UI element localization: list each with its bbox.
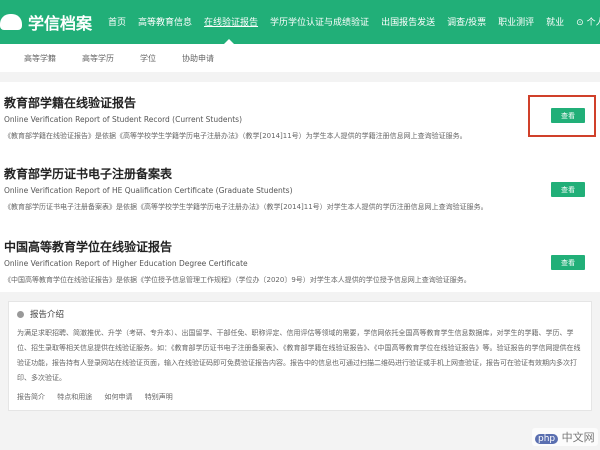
report-intro-box: 报告介绍 为满足求职招聘、简澈推优、升学（考研、专升本）、出国留学、干部任免、职… bbox=[8, 301, 592, 411]
link-how-to-apply[interactable]: 如何申请 bbox=[104, 393, 132, 401]
link-report-intro[interactable]: 报告简介 bbox=[17, 393, 45, 401]
top-header: 学信档案 首页 高等教育信息 在线验证报告 学历学位认证与成绩验证 出国报告发送… bbox=[0, 0, 600, 44]
subnav-degree[interactable]: 学位 bbox=[140, 53, 156, 64]
logo[interactable]: 学信档案 bbox=[0, 10, 92, 34]
watermark: php 中文网 bbox=[532, 428, 598, 446]
report-title: 教育部学籍在线验证报告 bbox=[4, 96, 137, 110]
php-logo-icon: php bbox=[535, 434, 559, 444]
intro-title: 报告介绍 bbox=[30, 310, 65, 320]
report-english-title: Online Verification Report of Higher Edu… bbox=[4, 259, 248, 268]
main-nav: 首页 高等教育信息 在线验证报告 学历学位认证与成绩验证 出国报告发送 调查/投… bbox=[108, 15, 600, 28]
report-item: 教育部学籍在线验证报告 Online Verification Report o… bbox=[4, 94, 467, 141]
cloud-icon bbox=[0, 14, 22, 30]
view-button[interactable]: 查看 bbox=[551, 255, 585, 270]
report-title: 中国高等教育学位在线验证报告 bbox=[4, 240, 173, 254]
nav-survey[interactable]: 调查/投票 bbox=[447, 15, 486, 28]
report-item: 教育部学历证书电子注册备案表 Online Verification Repor… bbox=[4, 165, 488, 212]
report-english-title: Online Verification Report of HE Qualifi… bbox=[4, 186, 293, 195]
nav-employment[interactable]: 就业 bbox=[546, 15, 564, 28]
highlight-box bbox=[528, 95, 596, 137]
nav-career-test[interactable]: 职业测评 bbox=[498, 15, 534, 28]
link-disclaimer[interactable]: 特别声明 bbox=[145, 393, 173, 401]
report-title: 教育部学历证书电子注册备案表 bbox=[4, 167, 173, 181]
sub-nav: 高等学籍 高等学历 学位 协助申请 bbox=[0, 44, 600, 72]
report-item: 中国高等教育学位在线验证报告 Online Verification Repor… bbox=[4, 238, 471, 285]
subnav-student-record[interactable]: 高等学籍 bbox=[24, 53, 56, 64]
intro-body: 为满足求职招聘、简澈推优、升学（考研、专升本）、出国留学、干部任免、职称评定、信… bbox=[17, 329, 581, 382]
report-english-title: Online Verification Report of Student Re… bbox=[4, 115, 243, 124]
nav-certification[interactable]: 学历学位认证与成绩验证 bbox=[270, 15, 369, 28]
link-features[interactable]: 特点和用途 bbox=[57, 393, 92, 401]
view-button[interactable]: 查看 bbox=[551, 182, 585, 197]
nav-abroad-report[interactable]: 出国报告发送 bbox=[381, 15, 435, 28]
nav-home[interactable]: 首页 bbox=[108, 15, 126, 28]
nav-higher-ed-info[interactable]: 高等教育信息 bbox=[138, 15, 192, 28]
subnav-qualification[interactable]: 高等学历 bbox=[82, 53, 114, 64]
report-description: 《教育部学籍在线验证报告》是依据《高等学校学生学籍学历电子注册办法》（教学[20… bbox=[4, 132, 467, 140]
report-description: 《中国高等教育学位在线验证报告》是依据《学位授予信息管理工作规程》（学位办〔20… bbox=[4, 276, 471, 284]
logo-text: 学信档案 bbox=[28, 14, 93, 33]
user-center-label: 个人中心 bbox=[586, 18, 600, 28]
info-icon bbox=[17, 310, 24, 318]
subnav-assist-apply[interactable]: 协助申请 bbox=[182, 53, 214, 64]
nav-online-verification[interactable]: 在线验证报告 bbox=[204, 15, 258, 28]
report-description: 《教育部学历证书电子注册备案表》是依据《高等学校学生学籍学历电子注册办法》（教学… bbox=[4, 203, 488, 211]
nav-user-center[interactable]: ⊙ 个人中心 bbox=[576, 15, 600, 28]
